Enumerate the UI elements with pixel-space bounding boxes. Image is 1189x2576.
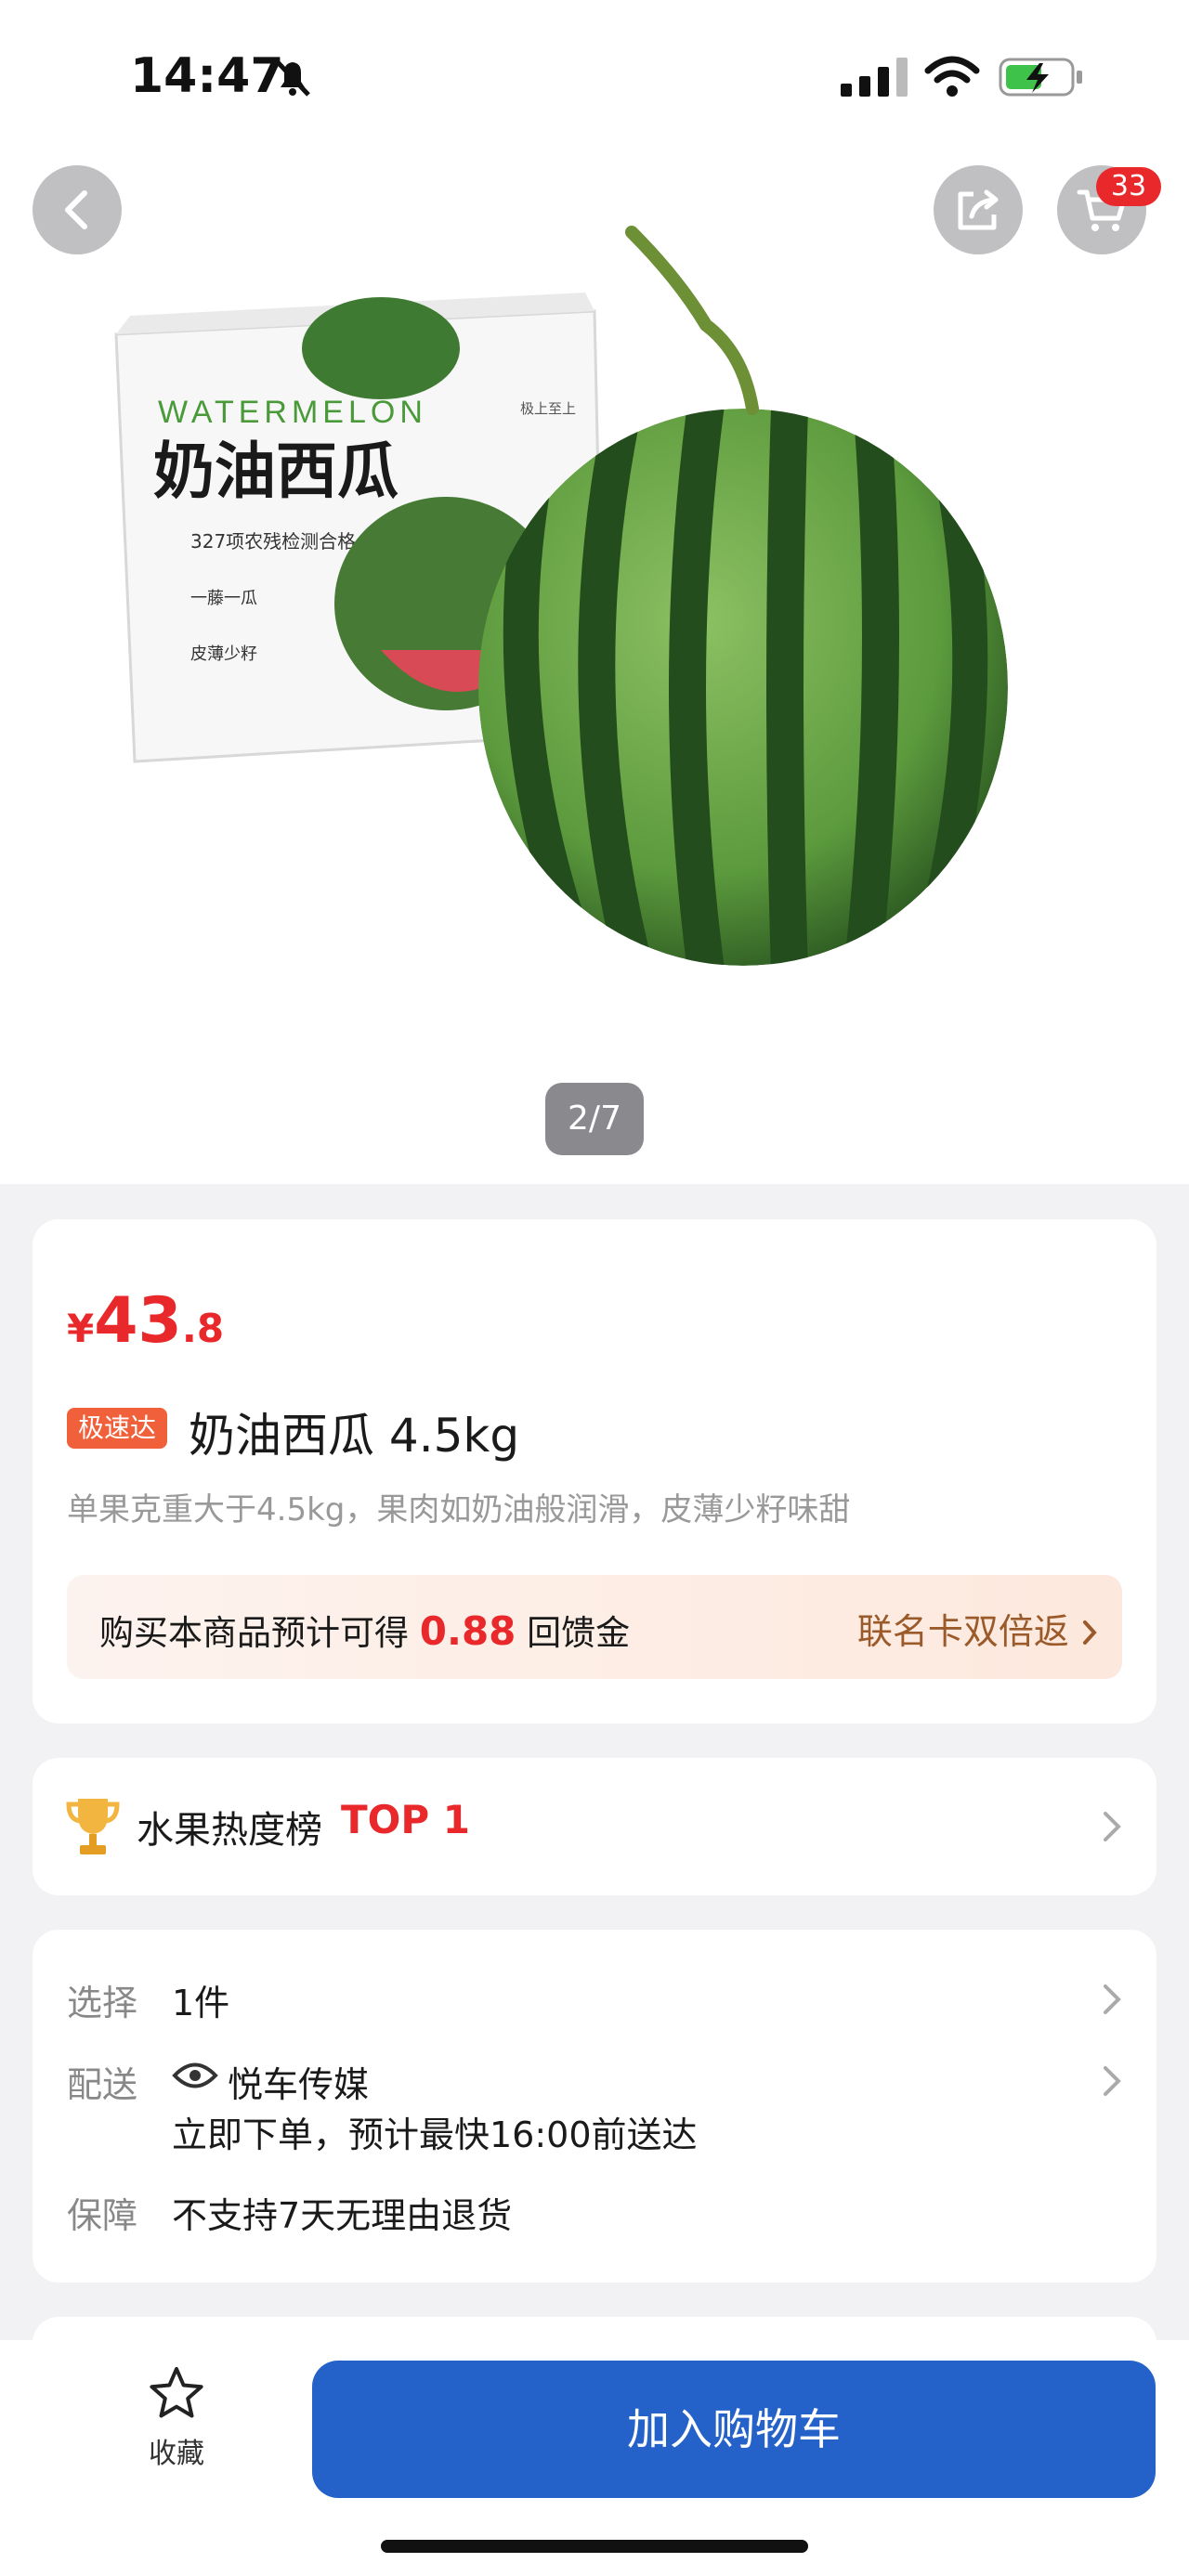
select-value: 1件 — [172, 1983, 230, 2023]
favorite-button[interactable]: 收藏 — [130, 2363, 223, 2484]
box-label-en: WATERMELON — [158, 395, 427, 430]
status-time: 14:47 — [130, 48, 284, 104]
select-row[interactable]: 选择 1件 — [33, 1930, 1156, 2023]
price-decimal: .8 — [181, 1306, 225, 1351]
battery-charging-icon — [999, 58, 1082, 97]
eye-icon — [172, 2062, 218, 2088]
chevron-right-icon — [1104, 1812, 1121, 1841]
chevron-right-icon — [1104, 2066, 1121, 2096]
ranking-card[interactable]: 水果热度榜 TOP 1 — [33, 1758, 1156, 1895]
delivery-eta: 立即下单，预计最快16:00前送达 — [172, 2114, 698, 2155]
guarantee-row: 保障 不支持7天无理由退货 — [33, 2166, 1156, 2250]
cashback-link[interactable]: 联名卡双倍返 — [857, 1603, 1099, 1654]
ranking-position: TOP 1 — [341, 1797, 470, 1842]
box-line-3: 皮薄少籽 — [190, 644, 257, 664]
price-integer: 43 — [94, 1284, 182, 1358]
favorite-label: 收藏 — [149, 2438, 204, 2470]
chevron-right-icon — [1083, 1620, 1097, 1645]
add-to-cart-button[interactable]: 加入购物车 — [312, 2361, 1156, 2498]
cashback-suffix: 回馈金 — [527, 1613, 631, 1653]
wifi-icon — [924, 56, 980, 97]
product-title: 奶油西瓜 4.5kg — [189, 1409, 520, 1463]
share-button[interactable] — [934, 165, 1023, 254]
details-card: 选择 1件 配送 悦车传媒 立即下单，预计最快16:00前送达 保障 不支持7天… — [33, 1930, 1156, 2283]
chevron-right-icon — [1104, 1984, 1121, 2014]
image-pager: 2/7 — [545, 1083, 644, 1155]
delivery-row[interactable]: 配送 悦车传媒 立即下单，预计最快16:00前送达 — [33, 2032, 1156, 2155]
ranking-label: 水果热度榜 — [137, 1809, 322, 1852]
box-line-1: 327项农残检测合格 — [190, 530, 356, 553]
back-button[interactable] — [33, 165, 122, 254]
cashback-banner[interactable]: 购买本商品预计可得 0.88 回馈金 联名卡双倍返 — [67, 1575, 1122, 1679]
box-label-cn: 奶油西瓜 — [153, 436, 399, 507]
product-image-gallery[interactable]: WATERMELON 奶油西瓜 327项农残检测合格 一藤一瓜 皮薄少籽 极上至… — [0, 0, 1189, 1184]
price-symbol: ¥ — [67, 1306, 95, 1351]
guarantee-label: 保障 — [67, 2195, 138, 2236]
delivery-label: 配送 — [67, 2064, 138, 2105]
box-line-2: 一藤一瓜 — [190, 589, 257, 608]
cashback-amount: 0.88 — [419, 1608, 516, 1654]
delivery-store: 悦车传媒 — [228, 2064, 370, 2105]
express-tag: 极速达 — [67, 1408, 168, 1449]
cart-count-badge: 33 — [1096, 167, 1161, 206]
guarantee-value: 不支持7天无理由退货 — [172, 2195, 513, 2236]
price: ¥43.8 — [67, 1284, 224, 1358]
chevron-left-icon — [65, 190, 87, 229]
price-card: ¥43.8 极速达 奶油西瓜 4.5kg 单果克重大于4.5kg，果肉如奶油般润… — [33, 1219, 1156, 1724]
signal-icon — [841, 58, 908, 97]
product-subtitle: 单果克重大于4.5kg，果肉如奶油般润滑，皮薄少籽味甜 — [67, 1491, 851, 1529]
cashback-link-label: 联名卡双倍返 — [856, 1611, 1069, 1652]
select-label: 选择 — [67, 1983, 138, 2023]
bell-muted-icon — [275, 59, 310, 97]
trophy-icon — [66, 1799, 120, 1854]
status-bar: 14:47 — [0, 0, 1189, 158]
box-brand: 极上至上 — [520, 400, 576, 417]
share-icon — [958, 189, 999, 230]
home-indicator[interactable] — [381, 2540, 808, 2553]
cashback-prefix: 购买本商品预计可得 — [99, 1613, 409, 1653]
cashback-text: 购买本商品预计可得 0.88 回馈金 — [99, 1605, 630, 1655]
product-image: WATERMELON 奶油西瓜 327项农残检测合格 一藤一瓜 皮薄少籽 极上至… — [114, 226, 1008, 966]
star-icon — [150, 2367, 203, 2418]
